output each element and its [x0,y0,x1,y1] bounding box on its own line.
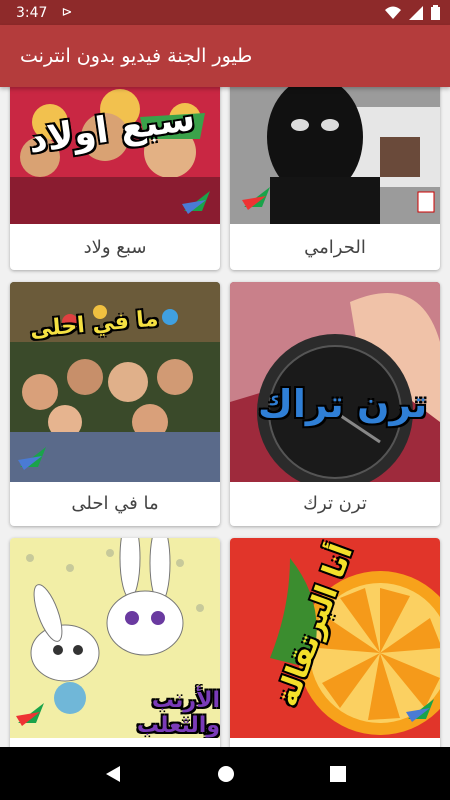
thumbnail-title-text: ترن تراك [258,382,428,426]
video-thumbnail: ما في احلى [10,282,220,482]
wifi-icon [385,6,401,19]
recents-icon[interactable] [330,765,346,782]
video-title: ترن ترك [303,492,367,514]
video-grid: الحرامي سبع اولاد سبع ولاد ترن تراك ترن … [0,87,450,747]
notification-icon: ⊳ [61,5,73,20]
system-nav-bar [0,747,450,800]
channel-logo-icon [406,699,434,722]
video-thumbnail: أنا البرتقالة [230,538,440,738]
video-card-5[interactable]: أنا البرتقالة [230,538,440,747]
video-title: ما في احلى [71,492,159,514]
video-card-2[interactable]: سبع اولاد سبع ولاد [10,87,220,270]
video-thumbnail [230,87,440,224]
channel-logo-icon [242,187,270,210]
thumbnail-title-text: الأرنب والثعلب [136,688,220,738]
status-bar: 3:47 ⊳ [0,0,450,25]
status-icons [385,5,440,20]
video-thumbnail: ترن تراك [230,282,440,482]
video-title: الحرامي [304,236,366,258]
video-title [230,736,440,747]
channel-logo-icon [182,191,210,214]
app-title: طيور الجنة فيديو بدون انترنت [20,45,253,67]
video-thumbnail: الأرنب والثعلب [10,538,220,738]
video-card-1[interactable]: الحرامي [230,87,440,270]
app-bar: طيور الجنة فيديو بدون انترنت [0,25,450,87]
video-card-3[interactable]: ترن تراك ترن ترك [230,282,440,526]
signal-icon [409,5,423,20]
back-icon[interactable] [104,765,122,783]
video-title: سبع ولاد [83,236,147,258]
video-card-4[interactable]: ما في احلى ما في احلى [10,282,220,526]
video-card-6[interactable]: الأرنب والثعلب [10,538,220,747]
battery-icon [431,5,440,20]
status-time: 3:47 [16,4,48,21]
home-icon[interactable] [217,765,235,783]
channel-logo-icon [18,447,46,470]
video-title [10,736,220,747]
channel-logo-icon [16,703,44,726]
video-thumbnail: سبع اولاد [10,87,220,224]
